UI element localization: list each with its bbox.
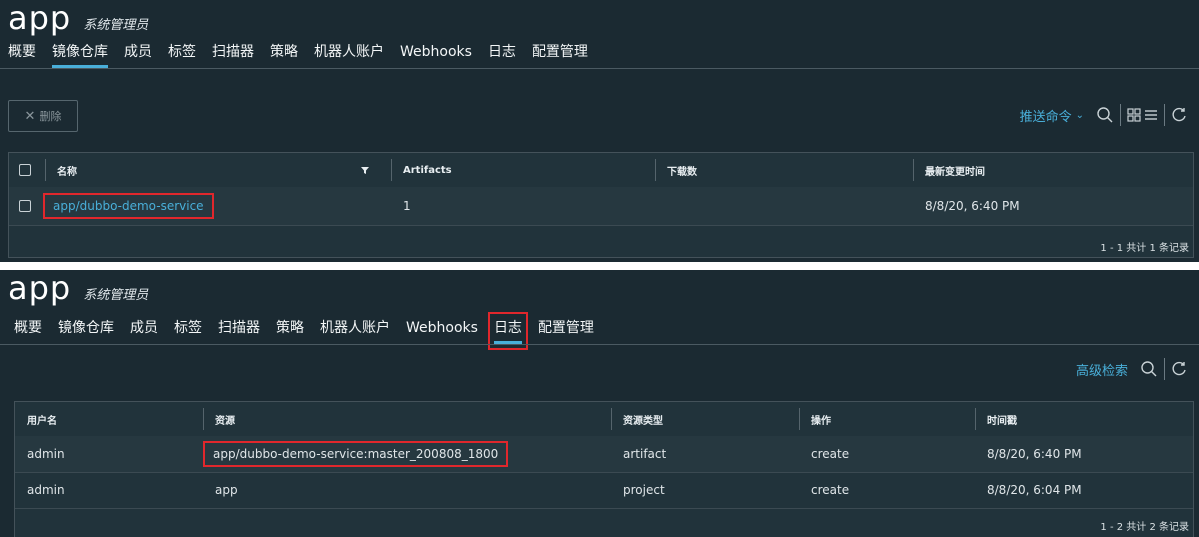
tab-labels[interactable]: 标签 (168, 42, 196, 68)
tab-webhooks[interactable]: Webhooks (406, 318, 478, 344)
repo-toolbar: 推送命令 ⌄ (1020, 104, 1187, 126)
list-view-icon[interactable] (1144, 108, 1158, 122)
toolbar-divider (1164, 358, 1165, 380)
log-user: admin (27, 447, 65, 461)
column-artifacts[interactable]: Artifacts (403, 153, 452, 187)
refresh-icon[interactable] (1171, 361, 1187, 377)
repositories-table: 名称 Artifacts 下载数 最新变更时间 app/dubbo-demo-s… (8, 152, 1194, 258)
repository-link[interactable]: app/dubbo-demo-service (43, 193, 214, 219)
log-resource-type: artifact (623, 447, 667, 461)
push-command-dropdown[interactable]: 推送命令 (1020, 106, 1072, 125)
project-role: 系统管理员 (83, 288, 149, 303)
tab-robot-accounts[interactable]: 机器人账户 (320, 318, 390, 344)
column-operation[interactable]: 操作 (811, 402, 831, 436)
tab-policy[interactable]: 策略 (276, 318, 304, 344)
project-name: app (8, 0, 72, 37)
tab-repositories[interactable]: 镜像仓库 (52, 42, 108, 68)
tab-labels[interactable]: 标签 (174, 318, 202, 344)
tab-summary[interactable]: 概要 (8, 42, 36, 68)
row-checkbox[interactable] (19, 200, 31, 212)
delete-button[interactable]: ✕ 删除 (8, 100, 78, 132)
advanced-search-link[interactable]: 高级检索 (1076, 360, 1128, 379)
toolbar-divider (1120, 104, 1121, 126)
table-header: 用户名 资源 资源类型 操作 时间戳 (15, 402, 1193, 437)
artifacts-count: 1 (403, 199, 411, 213)
project-tabs: 概要 镜像仓库 成员 标签 扫描器 策略 机器人账户 Webhooks 日志 配… (8, 42, 604, 68)
pagination-info: 1 - 2 共计 2 条记录 (1100, 522, 1189, 533)
close-icon: ✕ (24, 108, 36, 124)
repositories-panel: app 系统管理员 概要 镜像仓库 成员 标签 扫描器 策略 机器人账户 Web… (0, 0, 1199, 262)
project-tabs: 概要 镜像仓库 成员 标签 扫描器 策略 机器人账户 Webhooks 日志 配… (14, 312, 610, 350)
tab-logs[interactable]: 日志 (487, 312, 528, 350)
filter-icon[interactable] (361, 153, 369, 187)
select-all-checkbox[interactable] (19, 164, 31, 176)
logs-table: 用户名 资源 资源类型 操作 时间戳 admin app/dubbo-demo-… (14, 401, 1194, 537)
grid-view-icon[interactable] (1127, 108, 1141, 122)
log-operation: create (811, 447, 850, 461)
tab-members[interactable]: 成员 (130, 318, 158, 344)
logs-panel: app 系统管理员 概要 镜像仓库 成员 标签 扫描器 策略 机器人账户 Web… (0, 270, 1199, 537)
tab-repositories[interactable]: 镜像仓库 (58, 318, 114, 344)
column-resource-type[interactable]: 资源类型 (623, 402, 663, 436)
tab-summary[interactable]: 概要 (14, 318, 42, 344)
column-name[interactable]: 名称 (57, 153, 77, 187)
tabs-divider (0, 68, 1199, 69)
table-header: 名称 Artifacts 下载数 最新变更时间 (9, 153, 1193, 188)
column-username[interactable]: 用户名 (27, 402, 57, 436)
refresh-icon[interactable] (1171, 107, 1187, 123)
tabs-divider (0, 344, 1199, 345)
toolbar-divider (1164, 104, 1165, 126)
tab-configuration[interactable]: 配置管理 (538, 318, 594, 344)
tab-scanner[interactable]: 扫描器 (218, 318, 260, 344)
search-icon[interactable] (1140, 360, 1158, 378)
tab-configuration[interactable]: 配置管理 (532, 42, 588, 68)
tab-webhooks[interactable]: Webhooks (400, 42, 472, 68)
log-user: admin (27, 483, 65, 497)
column-resource[interactable]: 资源 (215, 402, 235, 436)
project-name: app (8, 270, 72, 307)
column-pulls[interactable]: 下载数 (667, 153, 697, 187)
pagination-info: 1 - 1 共计 1 条记录 (1100, 243, 1189, 254)
project-header: app 系统管理员 (8, 270, 148, 310)
tab-robot-accounts[interactable]: 机器人账户 (314, 42, 384, 68)
logs-toolbar: 高级检索 (1076, 358, 1187, 380)
log-resource: app (215, 483, 238, 497)
log-operation: create (811, 483, 850, 497)
delete-label: 删除 (39, 110, 62, 123)
search-icon[interactable] (1096, 106, 1114, 124)
updated-time: 8/8/20, 6:40 PM (925, 199, 1020, 213)
tab-members[interactable]: 成员 (124, 42, 152, 68)
tab-policy[interactable]: 策略 (270, 42, 298, 68)
log-timestamp: 8/8/20, 6:04 PM (987, 483, 1082, 497)
column-timestamp[interactable]: 时间戳 (987, 402, 1017, 436)
column-updated[interactable]: 最新变更时间 (925, 153, 985, 187)
log-resource-type: project (623, 483, 665, 497)
log-timestamp: 8/8/20, 6:40 PM (987, 447, 1082, 461)
table-row[interactable]: app/dubbo-demo-service 1 8/8/20, 6:40 PM (9, 187, 1193, 226)
tab-logs[interactable]: 日志 (488, 42, 516, 68)
table-row: admin app/dubbo-demo-service:master_2008… (15, 436, 1193, 473)
project-role: 系统管理员 (83, 18, 149, 33)
table-row: admin app project create 8/8/20, 6:04 PM (15, 472, 1193, 509)
log-resource: app/dubbo-demo-service:master_200808_180… (203, 441, 509, 467)
project-header: app 系统管理员 (8, 0, 148, 40)
tab-scanner[interactable]: 扫描器 (212, 42, 254, 68)
chevron-down-icon: ⌄ (1075, 109, 1084, 121)
